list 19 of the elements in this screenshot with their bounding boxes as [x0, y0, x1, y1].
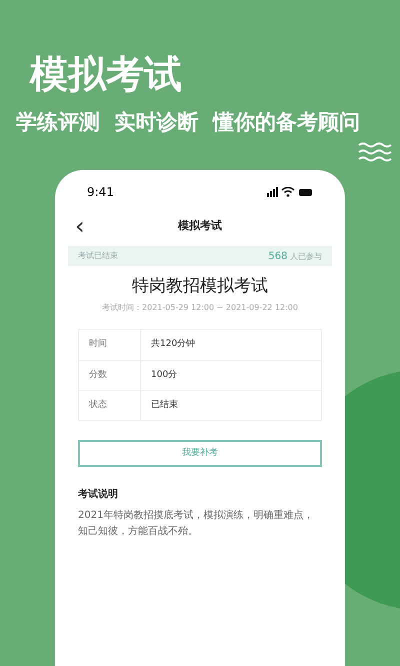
back-button[interactable]: ‹ — [75, 214, 85, 238]
table-label: 时间 — [79, 330, 141, 360]
table-value: 已结束 — [150, 398, 178, 412]
description-heading: 考试说明 — [78, 488, 119, 502]
status-icons — [267, 187, 313, 197]
table-label: 分数 — [79, 361, 141, 390]
table-label: 状态 — [79, 391, 141, 420]
exam-status: 考试已结束 — [78, 250, 118, 262]
nav-title: 模拟考试 — [178, 218, 222, 234]
exam-title: 特岗教招模拟考试 — [131, 275, 269, 298]
tagline: 学练评测 实时诊断 懂你的备考顾问 — [16, 109, 362, 136]
table-value: 100分 — [150, 368, 178, 382]
headline: 模拟考试 — [30, 51, 183, 98]
exam-period: 考试时间：2021-05-29 12:00 ~ 2021-09-22 12:00 — [101, 302, 299, 314]
wave-icon — [358, 142, 394, 162]
status-time: 9:41 — [87, 184, 114, 201]
participant-count: 568 人已参与 — [268, 250, 322, 264]
description-text: 2021年特岗教招摸底考试，模拟演练，明确重难点，知己知彼，方能百战不殆。 — [78, 508, 314, 539]
table-value: 共120分钟 — [150, 338, 196, 352]
